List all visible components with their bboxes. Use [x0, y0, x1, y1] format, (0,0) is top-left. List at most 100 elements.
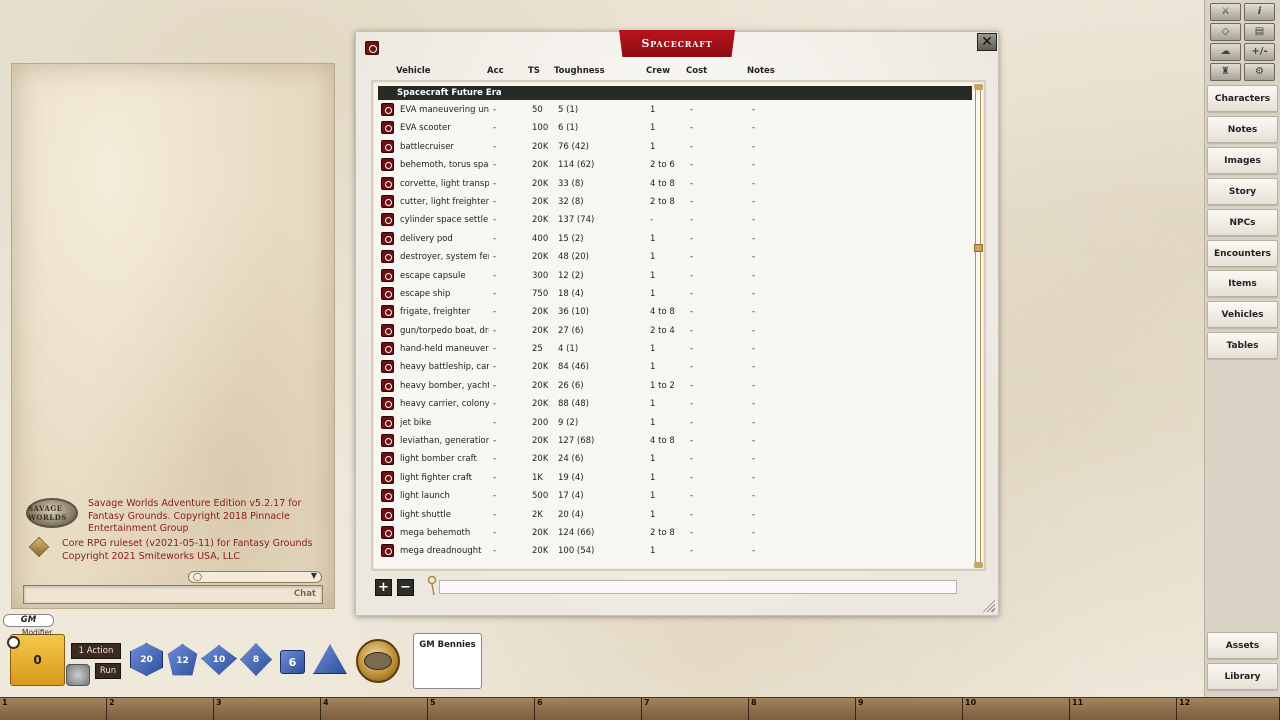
header-cost[interactable]: Cost	[686, 66, 707, 76]
table-row[interactable]: mega behemoth - 20K 124 (66) 2 to 8 - -	[373, 524, 973, 542]
record-link-icon[interactable]	[381, 213, 394, 227]
table-row[interactable]: heavy bomber, yacht -20K 26 (6) 1 to 2--	[373, 377, 973, 395]
table-row[interactable]: cutter, light freighter -20K 32 (8) 2 to 8-…	[373, 193, 973, 211]
scrollbar[interactable]	[974, 84, 983, 568]
info-icon[interactable]: i	[1244, 3, 1275, 21]
brain-icon[interactable]: ☁	[1210, 43, 1241, 61]
sidebar-button-npcs[interactable]: NPCs	[1207, 209, 1278, 236]
gear-icon[interactable]	[7, 636, 20, 649]
header-ts[interactable]: TS	[528, 66, 540, 76]
sidebar-button-library[interactable]: Library	[1207, 663, 1278, 690]
table-row[interactable]: delivery pod - 400 15 (2) 1 - -	[373, 230, 973, 248]
record-link-icon[interactable]	[381, 470, 394, 484]
d6-icon[interactable]: 6	[280, 650, 305, 674]
header-notes[interactable]: Notes	[747, 66, 775, 76]
scroll-down-cap[interactable]	[974, 562, 983, 568]
bennies-icon[interactable]	[356, 639, 400, 683]
record-link-icon[interactable]	[381, 452, 394, 466]
hotkey-slot[interactable]: 2	[107, 698, 214, 720]
record-link-icon[interactable]	[381, 434, 394, 448]
record-link-icon[interactable]	[381, 415, 394, 429]
delete-button[interactable]: −	[397, 579, 414, 596]
record-link-icon[interactable]	[381, 323, 394, 337]
sidebar-button-assets[interactable]: Assets	[1207, 632, 1278, 659]
record-link-icon[interactable]	[381, 489, 394, 503]
sidebar-button-notes[interactable]: Notes	[1207, 116, 1278, 143]
record-link-icon[interactable]	[381, 305, 394, 319]
hotkey-slot[interactable]: 8	[749, 698, 856, 720]
table-row[interactable]: heavy battleship, carrier-20K84 (46)1--	[373, 358, 973, 376]
run-button[interactable]: Run	[95, 663, 121, 679]
d20-icon[interactable]: 20	[130, 643, 163, 676]
record-link-icon[interactable]	[381, 176, 394, 190]
hotkey-slot[interactable]: 4	[321, 698, 428, 720]
gm-bennies-box[interactable]: GM Bennies	[413, 633, 482, 689]
chat-input[interactable]: Chat	[23, 585, 323, 604]
record-link-icon[interactable]	[381, 268, 394, 282]
header-toughness[interactable]: Toughness	[554, 66, 605, 76]
table-row[interactable]: light launch - 500 17 (4) 1 - -	[373, 487, 973, 505]
filter-icon[interactable]	[426, 575, 438, 597]
table-row[interactable]: destroyer, system ferry-20K48 (20)1--	[373, 248, 973, 266]
filter-input[interactable]	[439, 580, 957, 594]
hotkey-slot[interactable]: 9	[856, 698, 963, 720]
sidebar-button-items[interactable]: Items	[1207, 270, 1278, 297]
header-acc[interactable]: Acc	[487, 66, 504, 76]
record-link-icon[interactable]	[381, 231, 394, 245]
map-icon[interactable]: ▤	[1244, 23, 1275, 41]
d12-icon[interactable]: 12	[167, 644, 198, 676]
robot-icon[interactable]	[66, 664, 90, 686]
hotkey-slot[interactable]: 12	[1177, 698, 1280, 720]
hotkey-slot[interactable]: 10	[963, 698, 1070, 720]
table-row[interactable]: jet bike - 200 9 (2) 1 - -	[373, 414, 973, 432]
table-row[interactable]: cylinder space settlement-20K137 (74)---	[373, 211, 973, 229]
plus-minus-icon[interactable]: +/-	[1244, 43, 1275, 61]
table-row[interactable]: light bomber craft - 20K 24 (6) 1 - -	[373, 450, 973, 468]
record-link-icon[interactable]	[381, 139, 394, 153]
sidebar-button-tables[interactable]: Tables	[1207, 332, 1278, 359]
d4-icon[interactable]	[313, 644, 347, 674]
table-row[interactable]: behemoth, torus space -20K 114 (62) 2 to 6-…	[373, 156, 973, 174]
record-link-icon[interactable]	[381, 525, 394, 539]
sidebar-button-story[interactable]: Story	[1207, 178, 1278, 205]
crossed-swords-icon[interactable]: ⚔	[1210, 3, 1241, 21]
record-link-icon[interactable]	[381, 507, 394, 521]
hotkey-slot[interactable]: 6	[535, 698, 642, 720]
table-row[interactable]: frigate, freighter - 20K 36 (10) 4 to 8 - -	[373, 303, 973, 321]
table-row[interactable]: hand-held maneuvering unit-254 (1)1--	[373, 340, 973, 358]
sidebar-button-encounters[interactable]: Encounters	[1207, 240, 1278, 267]
table-row[interactable]: escape ship - 750 18 (4) 1 - -	[373, 285, 973, 303]
action-button[interactable]: 1 Action	[71, 643, 121, 659]
hotkey-slot[interactable]: 1	[0, 698, 107, 720]
hotkey-slot[interactable]: 5	[428, 698, 535, 720]
d10-icon[interactable]: 10	[201, 645, 237, 675]
window-link-icon[interactable]	[365, 41, 379, 55]
table-row[interactable]: mega dreadnought -20K 100 (54) 1- -	[373, 542, 973, 560]
chat-mode-dropdown[interactable]: ◯ ▼	[188, 571, 322, 583]
table-row[interactable]: corvette, light transport-20K33 (8)4 to …	[373, 175, 973, 193]
record-link-icon[interactable]	[381, 360, 394, 374]
scroll-up-cap[interactable]	[974, 84, 983, 90]
sidebar-button-characters[interactable]: Characters	[1207, 85, 1278, 112]
d8-icon[interactable]: 8	[240, 643, 272, 676]
record-link-icon[interactable]	[381, 158, 394, 172]
group-header[interactable]: Spacecraft Future Era	[378, 86, 972, 100]
header-crew[interactable]: Crew	[646, 66, 670, 76]
record-link-icon[interactable]	[381, 194, 394, 208]
hotkey-slot[interactable]: 3	[214, 698, 321, 720]
header-vehicle[interactable]: Vehicle	[396, 66, 431, 76]
figure-icon[interactable]: ♜	[1210, 63, 1241, 81]
record-link-icon[interactable]	[381, 121, 394, 135]
table-row[interactable]: leviathan, generation ship-20K127 (68)4 …	[373, 432, 973, 450]
table-row[interactable]: light fighter craft - 1K 19 (4) 1 - -	[373, 469, 973, 487]
scroll-thumb[interactable]	[974, 244, 983, 252]
record-link-icon[interactable]	[381, 250, 394, 264]
dice-icon[interactable]: ◇	[1210, 23, 1241, 41]
record-link-icon[interactable]	[381, 544, 394, 558]
hotkey-slot[interactable]: 7	[642, 698, 749, 720]
table-row[interactable]: battlecruiser - 20K 76 (42) 1 - -	[373, 138, 973, 156]
record-link-icon[interactable]	[381, 342, 394, 356]
settings-icon[interactable]: ⚙	[1244, 63, 1275, 81]
record-link-icon[interactable]	[381, 397, 394, 411]
record-link-icon[interactable]	[381, 103, 394, 116]
